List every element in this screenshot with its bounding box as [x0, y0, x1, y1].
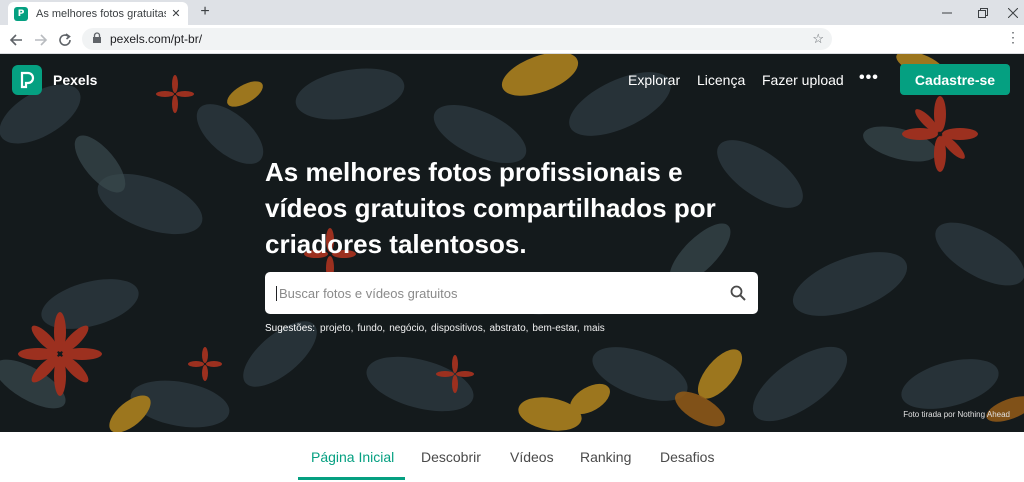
suggestion-link[interactable]: negócio, — [389, 323, 427, 334]
browser-tab[interactable]: P As melhores fotos gratuitas · Pexels ✕ — [8, 2, 188, 25]
search-box — [265, 272, 758, 314]
forward-arrow-icon[interactable] — [31, 30, 51, 50]
suggestions-label: Sugestões: — [265, 323, 316, 334]
back-arrow-icon[interactable] — [6, 30, 26, 50]
search-input[interactable] — [276, 285, 718, 301]
tab-videos[interactable]: Vídeos — [510, 449, 554, 465]
signup-button[interactable]: Cadastre-se — [900, 64, 1010, 95]
close-window-icon[interactable] — [996, 0, 1024, 25]
lock-icon — [92, 31, 104, 47]
reload-icon[interactable] — [55, 30, 75, 50]
pexels-favicon-icon: P — [14, 6, 28, 21]
nav-license-link[interactable]: Licença — [697, 72, 745, 88]
hero-headline: As melhores fotos profissionais e vídeos… — [265, 157, 716, 259]
more-options-icon[interactable]: ••• — [859, 69, 879, 87]
active-tab-indicator — [298, 477, 405, 480]
suggestion-link[interactable]: projeto, — [320, 323, 353, 334]
browser-menu-icon[interactable]: ⋮ — [1006, 28, 1020, 46]
tab-ranking[interactable]: Ranking — [580, 449, 631, 465]
suggestion-link[interactable]: dispositivos, — [431, 323, 485, 334]
browser-toolbar: pexels.com/pt-br/ ☆ ⋮ — [0, 25, 1024, 54]
nav-upload-link[interactable]: Fazer upload — [762, 72, 844, 88]
suggestion-more-link[interactable]: mais — [584, 323, 605, 334]
section-tabs: Página Inicial Descobrir Vídeos Ranking … — [0, 432, 1024, 482]
tab-discover[interactable]: Descobrir — [421, 449, 481, 465]
bookmark-star-icon[interactable]: ☆ — [812, 31, 824, 47]
pexels-logo-icon — [12, 65, 42, 95]
restore-window-icon[interactable] — [966, 0, 1000, 25]
search-suggestions: Sugestões: projeto, fundo, negócio, disp… — [265, 323, 605, 334]
photo-credit-link[interactable]: Foto tirada por Nothing Ahead — [903, 410, 1010, 419]
suggestion-link[interactable]: bem-estar, — [532, 323, 579, 334]
browser-tab-strip: P As melhores fotos gratuitas · Pexels ✕… — [0, 0, 1024, 25]
hero-section: Pexels Explorar Licença Fazer upload •••… — [0, 54, 1024, 432]
search-icon[interactable] — [718, 285, 758, 301]
suggestion-link[interactable]: fundo, — [357, 323, 385, 334]
tab-challenges[interactable]: Desafios — [660, 449, 714, 465]
minimize-window-icon[interactable] — [930, 0, 964, 25]
pexels-logo-link[interactable]: Pexels — [12, 65, 97, 95]
url-text: pexels.com/pt-br/ — [110, 32, 203, 46]
address-bar[interactable]: pexels.com/pt-br/ ☆ — [82, 28, 832, 50]
browser-tab-title: As melhores fotos gratuitas · Pexels — [36, 7, 166, 20]
close-tab-icon[interactable]: ✕ — [170, 7, 182, 20]
suggestion-link[interactable]: abstrato, — [490, 323, 529, 334]
nav-explore-link[interactable]: Explorar — [628, 72, 680, 88]
tab-home[interactable]: Página Inicial — [311, 449, 394, 465]
brand-name: Pexels — [53, 72, 98, 88]
new-tab-button[interactable]: + — [196, 3, 214, 21]
